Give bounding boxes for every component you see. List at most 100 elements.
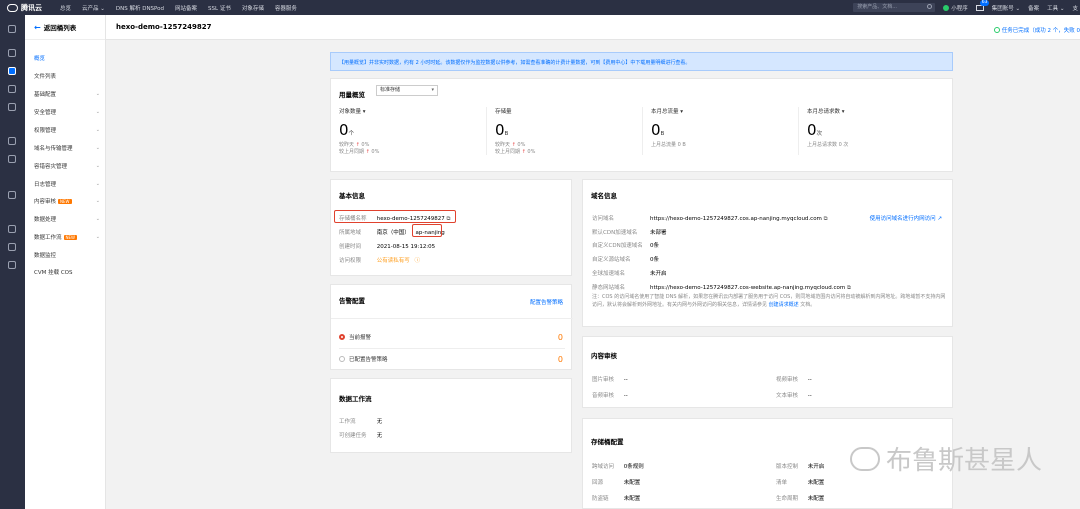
info-circle-icon[interactable]: ⓘ — [415, 258, 421, 264]
monitor-icon[interactable] — [8, 261, 16, 269]
audit-key: 文本审核 — [776, 393, 799, 399]
grid-icon[interactable] — [8, 49, 16, 57]
clock-icon[interactable] — [8, 103, 16, 111]
flow-icon[interactable] — [8, 243, 16, 251]
settings-icon[interactable] — [8, 225, 16, 233]
stat-label[interactable]: 对象数量 ▾ — [339, 107, 489, 115]
stat-compare-row: 较昨天 ↑ 0% — [495, 142, 645, 149]
top-nav-cos[interactable]: 对象存储 — [242, 4, 264, 12]
stat-compare-row: 上月总流量 0 B — [651, 142, 801, 149]
access-value: 公有读私有写 — [376, 258, 410, 264]
back-to-bucket-list[interactable]: ← 返回桶列表 — [25, 15, 105, 40]
usage-overview-card: 用量概览 标准存储 ▾ 对象数量 ▾ 0个 较昨天 ↑ 0% 较上月同期 ↑ 0% 存储… — [330, 78, 953, 172]
sidebar-item[interactable]: 权限管理 ⌄ — [34, 126, 100, 134]
document-icon[interactable] — [8, 155, 16, 163]
chart-icon[interactable] — [8, 85, 16, 93]
config-row: 版本控制 未开启 — [776, 462, 824, 470]
tools-menu[interactable]: 工具 ⌄ — [1047, 4, 1064, 12]
sidebar-item-wrap: 数据工作流 NEW — [34, 233, 77, 241]
domain-value: 未开启 — [650, 271, 667, 277]
stat-label[interactable]: 本月总流量 ▾ — [651, 107, 801, 115]
sidebar-item-wrap: 容错容灾管理 — [34, 162, 67, 170]
hexagon-icon[interactable] — [8, 25, 16, 33]
filing-link[interactable]: 备案 — [1028, 4, 1039, 12]
top-nav-overview[interactable]: 总览 — [60, 4, 71, 12]
search-icon[interactable] — [927, 4, 933, 9]
domain-value: 未部署 — [650, 230, 667, 236]
stat-compare-value: 0% — [517, 142, 526, 148]
search-input[interactable]: 搜索产品、文档... — [853, 3, 936, 12]
stat-compare-row: 较昨天 ↑ 0% — [339, 142, 489, 149]
network-icon[interactable] — [8, 137, 16, 145]
sidebar-item[interactable]: 容错容灾管理 ⌄ — [34, 162, 100, 170]
top-nav-ssl[interactable]: SSL 证书 — [208, 4, 231, 12]
domain-value: https://hexo-demo-1257249827.cos-website… — [650, 285, 846, 291]
sidebar-item-label: 域名与传输管理 — [34, 146, 73, 152]
top-nav-products[interactable]: 云产品 ⌄ — [82, 4, 105, 12]
support-menu[interactable]: 支 — [1072, 4, 1078, 12]
domain-value: https://hexo-demo-1257249827.cos.ap-nanj… — [650, 216, 822, 222]
top-nav-container[interactable]: 容器服务 — [275, 4, 297, 12]
task-status[interactable]: 任务已完成（成功 2 个，失败 0 — [993, 26, 1080, 34]
alarm-status-icon — [339, 334, 345, 340]
copy-icon[interactable]: ⧉ — [824, 216, 828, 222]
config-value: 未配置 — [807, 480, 825, 486]
domain-value: 0条 — [650, 257, 659, 263]
basic-info-card: 基本信息 存储桶名称 hexo-demo-1257249827 ⧉ 所属地域 南… — [330, 179, 572, 276]
sidebar-item[interactable]: 数据工作流 NEW ⌄ — [34, 233, 100, 241]
top-nav-filing[interactable]: 网站备案 — [175, 4, 197, 12]
audit-row: 图片审核 -- — [592, 375, 628, 383]
sidebar-item[interactable]: 数据处理 ⌄ — [34, 215, 100, 223]
sidebar-item[interactable]: 安全管理 ⌄ — [34, 108, 100, 116]
mail-icon[interactable]: 63 — [975, 0, 990, 11]
request-overview-link[interactable]: 创建请求概述 — [769, 302, 799, 308]
stat-value: 0 — [495, 121, 505, 139]
stat-compare-value: 0% — [371, 149, 380, 155]
sidebar-item[interactable]: 基础配置 ⌄ — [34, 90, 100, 98]
stat-label-text: 存储量 — [495, 109, 512, 115]
sidebar-item-wrap: 日志管理 — [34, 180, 56, 188]
internal-access-link[interactable]: 使用访问域名进行内网访问 ↗ — [870, 214, 942, 222]
audit-row: 文本审核 -- — [776, 391, 812, 399]
config-key: 跨域访问 — [592, 464, 615, 470]
config-row: 回源 未配置 — [592, 478, 640, 486]
sidebar-item[interactable]: 日志管理 ⌄ — [34, 180, 100, 188]
stat-value-row: 0B — [651, 123, 801, 142]
page-title: hexo-demo-1257249827 — [116, 23, 212, 31]
usage-stat: 本月总流量 ▾ 0B 上月总流量 0 B — [651, 107, 801, 155]
mail-count-badge: 63 — [979, 0, 990, 6]
top-nav: 总览 云产品 ⌄ DNS 解析 DNSPod 网站备案 SSL 证书 对象存储 … — [60, 4, 297, 12]
sidebar-item[interactable]: 数据监控 — [34, 251, 100, 259]
stat-label[interactable]: 本月总请求数 ▾ — [807, 107, 957, 115]
stat-value-row: 0次 — [807, 123, 957, 142]
sidebar-item-wrap: 基础配置 — [34, 90, 56, 98]
chevron-down-icon: ⌄ — [95, 216, 100, 222]
top-nav-dns[interactable]: DNS 解析 DNSPod — [116, 4, 164, 12]
storage-icon[interactable] — [8, 67, 16, 75]
usage-stat: 本月总请求数 ▾ 0次 上月总请求数 0 次 — [807, 107, 957, 155]
configure-alarm-link[interactable]: 配置告警策略 — [530, 298, 563, 306]
current-alarm-row[interactable]: 当前报警 0 — [339, 328, 563, 346]
search-scan-icon[interactable] — [8, 191, 16, 199]
chevron-down-icon: ⌄ — [95, 145, 100, 151]
stat-compare-label: 上月总流量 0 B — [651, 142, 686, 148]
sidebar-item[interactable]: 文件列表 — [34, 72, 100, 80]
audit-value: -- — [623, 377, 628, 383]
sidebar-item-label: 数据监控 — [34, 253, 57, 259]
workflow-row: 工作流 无 — [339, 417, 382, 425]
sidebar-item[interactable]: 域名与传输管理 ⌄ — [34, 144, 100, 152]
account-menu[interactable]: 集团账号 ⌄ — [992, 4, 1020, 12]
copy-icon[interactable]: ⧉ — [847, 285, 851, 291]
storage-class-select[interactable]: 标准存储 ▾ — [376, 85, 438, 96]
stat-label-text: 本月总请求数 — [807, 109, 841, 115]
config-key: 生命周期 — [776, 496, 799, 502]
config-value: 未配置 — [807, 496, 825, 502]
sidebar-item[interactable]: CVM 挂载 COS — [34, 268, 100, 276]
alarm-policy-row[interactable]: 已配置告警策略 0 — [339, 350, 563, 368]
usage-stat: 存储量 0B 较昨天 ↑ 0% 较上月同期 ↑ 0% — [495, 107, 645, 155]
arrow-up-icon: ↑ — [521, 149, 526, 155]
sidebar-item[interactable]: 概览 — [34, 54, 100, 62]
mini-program-link[interactable]: 小程序 — [943, 4, 968, 12]
sidebar-item[interactable]: 内容审核 NEW ⌄ — [34, 197, 100, 205]
brand-logo[interactable]: 腾讯云 — [0, 3, 60, 13]
